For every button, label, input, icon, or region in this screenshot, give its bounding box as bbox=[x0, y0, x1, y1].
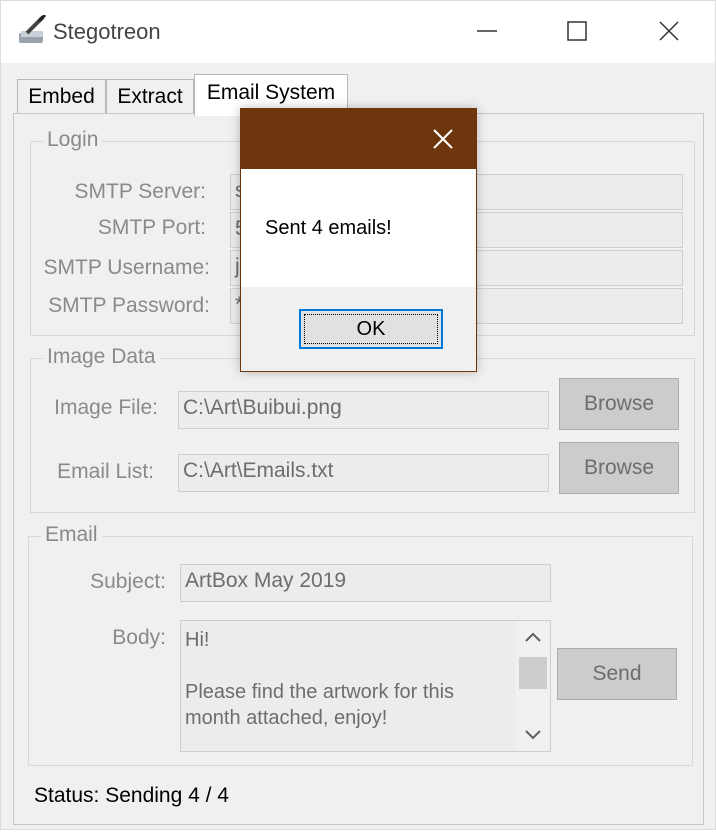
ok-button[interactable]: OK bbox=[299, 309, 443, 349]
body-field[interactable]: Hi! Please find the artwork for this mon… bbox=[180, 620, 551, 752]
image-data-group-label: Image Data bbox=[43, 345, 160, 369]
pen-icon bbox=[19, 15, 47, 43]
body-scrollbar[interactable] bbox=[516, 621, 550, 751]
subject-field[interactable]: ArtBox May 2019 bbox=[180, 564, 551, 602]
email-list-field[interactable]: C:\Art\Emails.txt bbox=[178, 454, 549, 492]
minimize-icon[interactable] bbox=[467, 11, 507, 51]
subject-label: Subject: bbox=[90, 570, 166, 593]
status-text: Status: Sending 4 / 4 bbox=[34, 784, 229, 807]
message-dialog: Sent 4 emails! OK bbox=[240, 108, 477, 372]
smtp-username-label: SMTP Username: bbox=[43, 256, 211, 279]
maximize-icon[interactable] bbox=[557, 11, 597, 51]
smtp-server-label: SMTP Server: bbox=[74, 180, 206, 203]
browse-image-button[interactable]: Browse bbox=[559, 378, 679, 430]
dialog-message: Sent 4 emails! bbox=[265, 217, 392, 239]
close-icon[interactable] bbox=[649, 11, 689, 51]
dialog-title-bar[interactable] bbox=[241, 109, 476, 169]
close-icon[interactable] bbox=[427, 123, 459, 155]
tab-extract[interactable]: Extract bbox=[106, 79, 194, 115]
smtp-password-label: SMTP Password: bbox=[48, 294, 210, 317]
email-group-label: Email bbox=[41, 523, 102, 547]
window-title: Stegotreon bbox=[53, 19, 161, 44]
focus-rect bbox=[304, 314, 438, 344]
image-file-field[interactable]: C:\Art\Buibui.png bbox=[178, 391, 549, 429]
scrollbar-thumb[interactable] bbox=[519, 657, 547, 689]
title-bar[interactable]: Stegotreon bbox=[1, 1, 715, 63]
smtp-port-label: SMTP Port: bbox=[97, 216, 206, 239]
login-group-label: Login bbox=[43, 128, 103, 152]
image-file-label: Image File: bbox=[54, 396, 158, 419]
chevron-up-icon[interactable] bbox=[523, 627, 543, 647]
body-label: Body: bbox=[112, 626, 166, 649]
body-text: Hi! Please find the artwork for this mon… bbox=[185, 629, 455, 729]
browse-email-list-button[interactable]: Browse bbox=[559, 442, 679, 494]
tab-embed[interactable]: Embed bbox=[17, 79, 106, 115]
chevron-down-icon[interactable] bbox=[523, 725, 543, 745]
email-list-label: Email List: bbox=[57, 460, 154, 483]
dialog-footer: OK bbox=[241, 287, 476, 371]
send-button[interactable]: Send bbox=[557, 648, 677, 700]
